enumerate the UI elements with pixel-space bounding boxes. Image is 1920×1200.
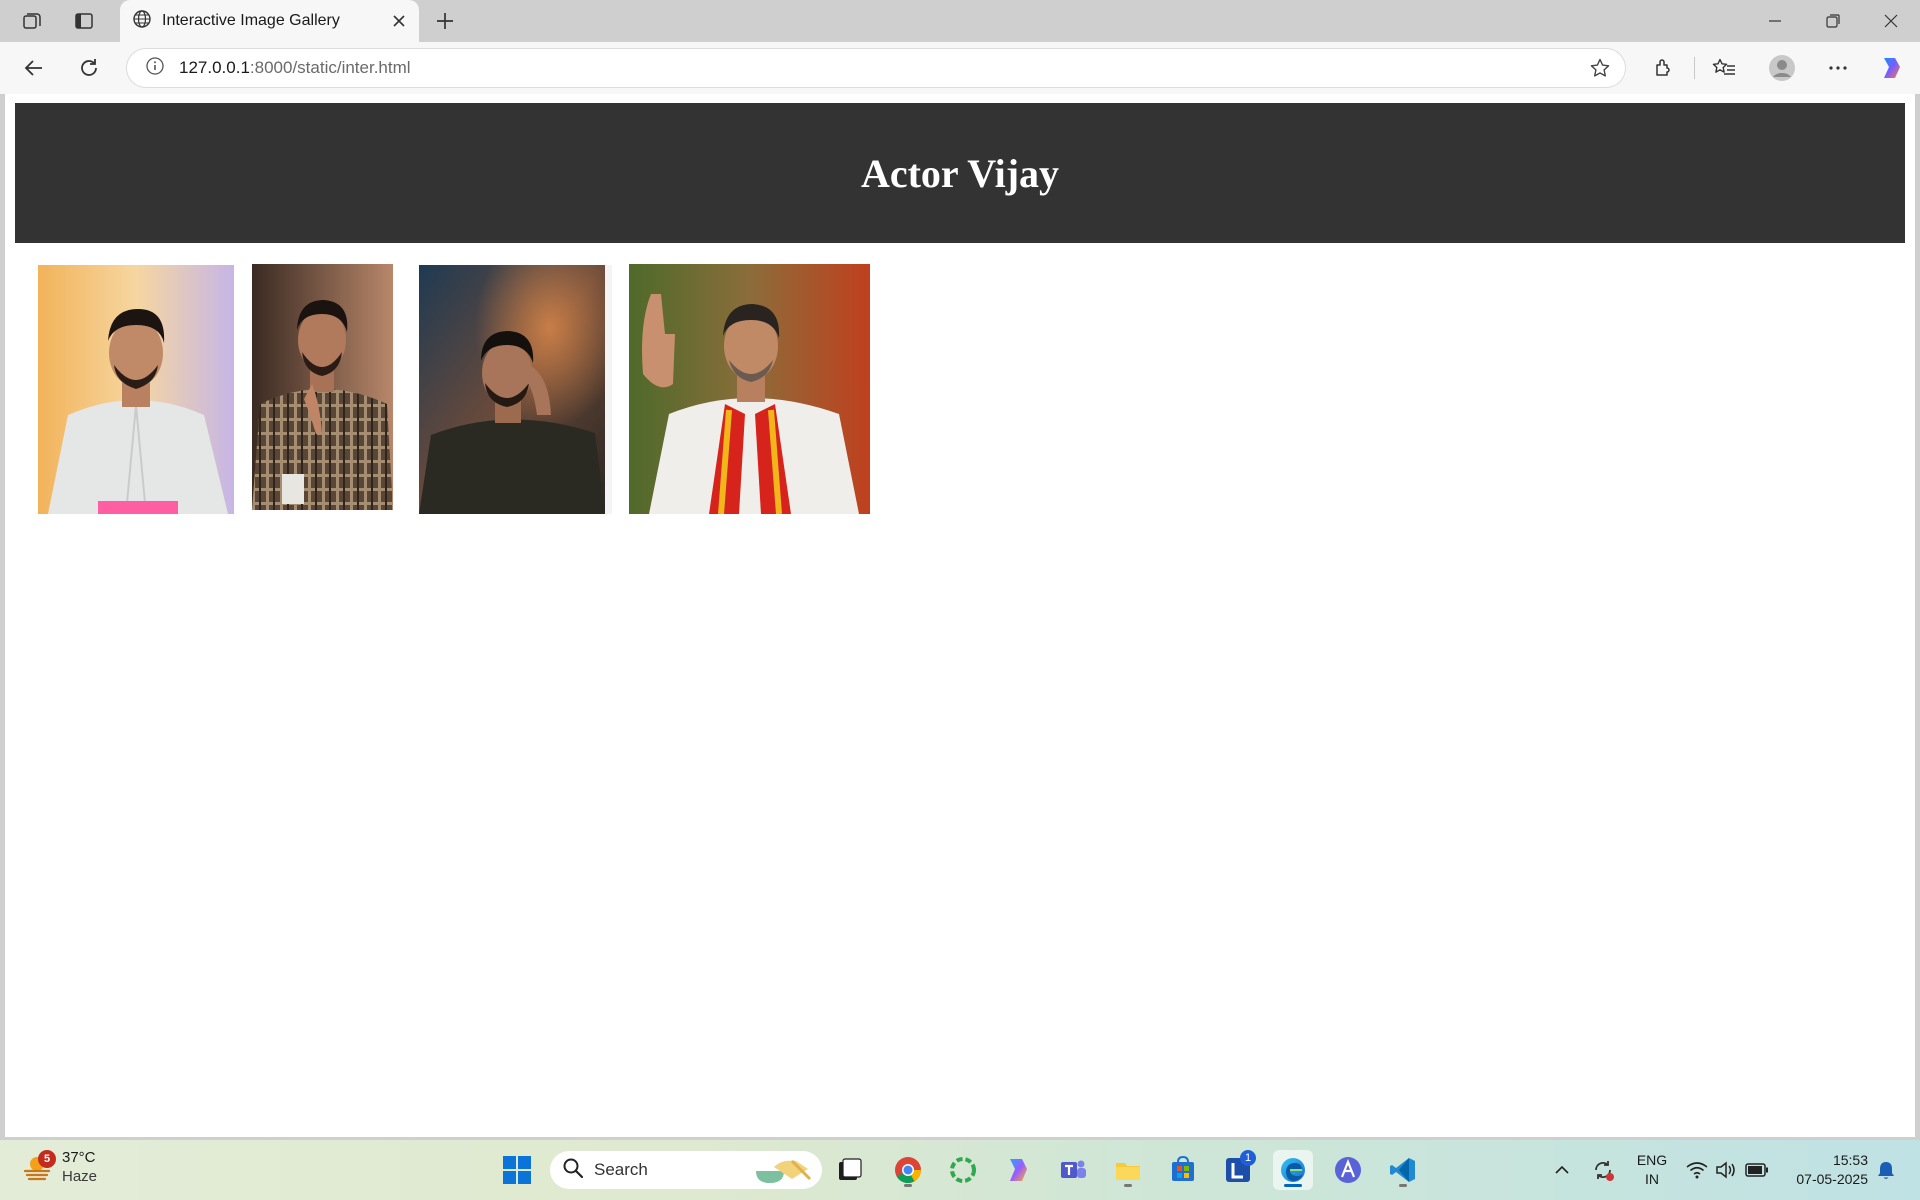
edge-icon[interactable] — [1273, 1150, 1313, 1190]
clock-date: 07-05-2025 — [1796, 1171, 1868, 1187]
file-explorer-icon[interactable] — [1108, 1150, 1148, 1190]
gallery-image-3[interactable] — [419, 265, 612, 514]
sync-status-icon[interactable] — [1588, 1150, 1618, 1190]
favorites-icon[interactable] — [1708, 52, 1740, 84]
photo-checked-shirt — [252, 264, 393, 510]
windows-taskbar: 5 37°C Haze Search 1 ENG IN 15:53 07-05-… — [0, 1140, 1920, 1200]
weather-haze-icon: 5 — [22, 1150, 56, 1182]
input-language[interactable]: ENG IN — [1632, 1151, 1672, 1189]
profile-avatar-icon[interactable] — [1766, 52, 1798, 84]
more-menu-icon[interactable] — [1822, 52, 1854, 84]
volume-icon[interactable] — [1713, 1150, 1739, 1190]
gallery-image-2[interactable] — [252, 264, 393, 510]
l-app-badge: 1 — [1240, 1150, 1256, 1166]
notification-bell-icon[interactable] — [1874, 1150, 1898, 1190]
search-highlight-icon — [752, 1155, 816, 1190]
page-viewport: Actor Vijay — [5, 94, 1915, 1137]
back-arrow-icon[interactable] — [16, 50, 52, 86]
language-code: ENG — [1636, 1152, 1668, 1168]
weather-description: Haze — [62, 1168, 98, 1185]
search-icon — [562, 1157, 584, 1184]
tab-title: Interactive Image Gallery — [162, 12, 340, 29]
page-header: Actor Vijay — [15, 103, 1905, 243]
photo-light-shirt — [38, 265, 234, 514]
start-button-icon[interactable] — [497, 1150, 537, 1190]
close-window-icon[interactable] — [1862, 0, 1920, 42]
weather-widget[interactable]: 5 37°C Haze — [22, 1148, 97, 1186]
gallery-image-4[interactable] — [629, 264, 870, 514]
wifi-icon[interactable] — [1684, 1150, 1710, 1190]
task-view-icon[interactable] — [830, 1150, 870, 1190]
tab-interactive-image-gallery[interactable]: Interactive Image Gallery — [120, 0, 419, 42]
address-bar[interactable]: 127.0.0.1:8000/static/inter.html — [126, 48, 1626, 88]
url-text: 127.0.0.1:8000/static/inter.html — [179, 58, 411, 77]
chrome-icon[interactable] — [888, 1150, 928, 1190]
browser-toolbar: 127.0.0.1:8000/static/inter.html — [0, 42, 1920, 94]
show-hidden-icons-chevron-icon[interactable] — [1550, 1150, 1574, 1190]
l-app-icon[interactable]: 1 — [1218, 1150, 1258, 1190]
site-info-icon[interactable] — [145, 56, 165, 81]
affinity-icon[interactable] — [1328, 1150, 1368, 1190]
gallery-image-1[interactable] — [38, 265, 234, 514]
browser-titlebar: Interactive Image Gallery — [0, 0, 1920, 42]
green-ring-app-icon[interactable] — [943, 1150, 983, 1190]
toolbar-separator — [1694, 57, 1695, 79]
running-indicator — [1399, 1184, 1407, 1187]
photo-red-yellow-scarf — [629, 264, 870, 514]
vscode-icon[interactable] — [1383, 1150, 1423, 1190]
active-indicator — [1284, 1184, 1302, 1187]
globe-icon — [132, 9, 152, 34]
photo-dark-jacket — [419, 265, 612, 514]
close-tab-icon[interactable] — [385, 7, 413, 35]
search-placeholder: Search — [594, 1160, 648, 1179]
weather-alert-badge: 5 — [38, 1150, 56, 1168]
restore-icon[interactable] — [1804, 0, 1862, 42]
workspaces-icon[interactable] — [14, 6, 50, 36]
extensions-icon[interactable] — [1648, 52, 1680, 84]
taskbar-search[interactable]: Search — [550, 1151, 822, 1189]
favorite-star-icon[interactable] — [1589, 57, 1611, 84]
battery-icon[interactable] — [1743, 1150, 1771, 1190]
running-indicator — [1124, 1184, 1132, 1187]
running-indicator — [904, 1184, 912, 1187]
region-code: IN — [1645, 1171, 1659, 1187]
copilot-app-icon[interactable] — [998, 1150, 1038, 1190]
system-clock[interactable]: 15:53 07-05-2025 — [1782, 1151, 1868, 1189]
page-title: Actor Vijay — [860, 150, 1060, 196]
microsoft-store-icon[interactable] — [1163, 1150, 1203, 1190]
teams-icon[interactable] — [1053, 1150, 1093, 1190]
minimize-icon[interactable] — [1746, 0, 1804, 42]
new-tab-icon[interactable] — [430, 6, 460, 36]
copilot-icon[interactable] — [1876, 52, 1908, 84]
refresh-icon[interactable] — [71, 50, 107, 86]
clock-time: 15:53 — [1832, 1152, 1868, 1168]
weather-temperature: 37°C — [62, 1149, 96, 1166]
vertical-tabs-icon[interactable] — [66, 6, 102, 36]
